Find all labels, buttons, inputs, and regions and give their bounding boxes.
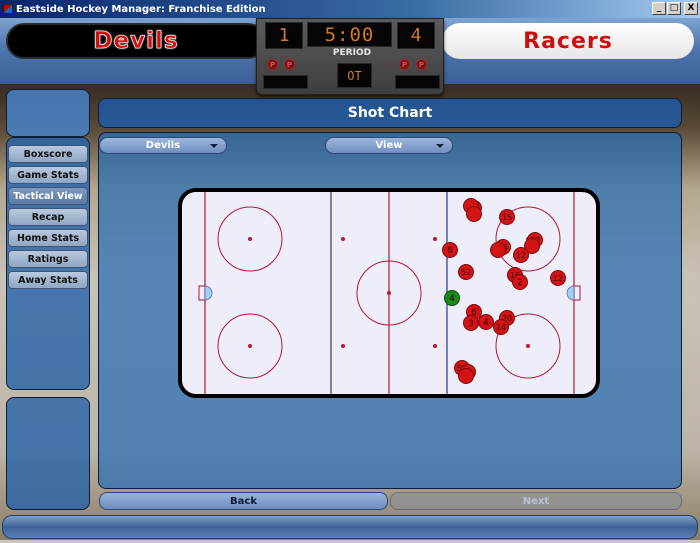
- shot-marker: [466, 206, 482, 222]
- page-title: Shot Chart: [347, 105, 433, 121]
- home-score: 1: [265, 22, 303, 49]
- team-dropdown-value: Devils: [145, 140, 181, 151]
- marker-label: 2: [517, 278, 523, 288]
- marker-circle: [490, 242, 506, 258]
- chevron-down-icon: [210, 144, 218, 148]
- sidebar-item-boxscore[interactable]: Boxscore: [8, 145, 88, 163]
- shot-marker: 3: [463, 315, 479, 331]
- back-button[interactable]: Back: [99, 492, 388, 510]
- marker-label: 4: [449, 294, 455, 304]
- game-clock: 5:00: [307, 22, 392, 47]
- shot-marker: [490, 242, 506, 258]
- view-dropdown-value: View: [375, 140, 403, 151]
- shot-marker: [458, 368, 474, 384]
- marker-label: 3: [468, 319, 474, 329]
- team-dropdown[interactable]: Devils: [99, 137, 227, 154]
- faceoff-dot: [387, 291, 391, 295]
- shot-marker: 12: [550, 270, 566, 286]
- scoreboard: 1 5:00 4 PERIOD OT P P P P: [256, 18, 444, 95]
- away-penalty-indicator-2: P: [416, 59, 427, 70]
- marker-label: 52: [461, 268, 471, 277]
- close-button[interactable]: X: [684, 2, 698, 15]
- shot-marker: 52: [458, 264, 474, 280]
- shot-marker: 15: [499, 209, 515, 225]
- faceoff-dot: [433, 344, 437, 348]
- marker-label: 12: [553, 274, 563, 283]
- shot-marker: 2: [512, 274, 528, 290]
- home-penalty-box: [263, 75, 308, 89]
- shot-chart-rink: 615615121252162124634201452: [178, 188, 600, 398]
- app-icon: [3, 4, 13, 14]
- sidebar-item-game-stats[interactable]: Game Stats: [8, 166, 88, 184]
- faceoff-dot: [433, 237, 437, 241]
- goal-marker: 4: [444, 290, 460, 306]
- sidebar-item-tactical-view[interactable]: Tactical View: [8, 187, 88, 205]
- marker-label: 15: [502, 213, 512, 222]
- shot-marker: 4: [478, 314, 494, 330]
- marker-circle: [458, 368, 474, 384]
- faceoff-dot: [526, 344, 530, 348]
- status-bar: [2, 515, 698, 539]
- sidebar-item-home-stats[interactable]: Home Stats: [8, 229, 88, 247]
- away-penalty-indicator-1: P: [399, 59, 410, 70]
- left-bottom-panel: [6, 397, 90, 510]
- view-dropdown[interactable]: View: [325, 137, 453, 154]
- marker-circle: [466, 206, 482, 222]
- faceoff-dot: [341, 344, 345, 348]
- faceoff-dot: [248, 237, 252, 241]
- period-label: PERIOD: [332, 48, 372, 58]
- next-button: Next: [390, 492, 682, 510]
- maximize-button[interactable]: □: [667, 2, 681, 15]
- title-bar: Eastside Hockey Manager: Franchise Editi…: [0, 0, 700, 18]
- shot-marker: 6: [442, 242, 458, 258]
- chevron-down-icon: [436, 144, 444, 148]
- minimize-button[interactable]: _: [652, 2, 666, 15]
- home-penalty-indicator-2: P: [284, 59, 295, 70]
- sidebar-nav: Boxscore Game Stats Tactical View Recap …: [8, 145, 88, 289]
- away-score: 4: [397, 22, 435, 49]
- sidebar-item-recap[interactable]: Recap: [8, 208, 88, 226]
- sidebar-item-ratings[interactable]: Ratings: [8, 250, 88, 268]
- window-title: Eastside Hockey Manager: Franchise Editi…: [16, 3, 266, 15]
- sidebar-item-away-stats[interactable]: Away Stats: [8, 271, 88, 289]
- shot-marker: 12: [513, 247, 529, 263]
- faceoff-dot: [341, 237, 345, 241]
- shot-marker: 14: [493, 319, 509, 335]
- faceoff-dot: [248, 344, 252, 348]
- away-team-name: Racers: [523, 28, 613, 54]
- marker-label: 6: [447, 246, 453, 256]
- home-penalty-indicator-1: P: [267, 59, 278, 70]
- marker-label: 14: [496, 323, 506, 332]
- away-penalty-box: [395, 75, 440, 89]
- period-value: OT: [337, 63, 372, 88]
- marker-label: 4: [483, 318, 489, 328]
- marker-label: 12: [516, 251, 526, 260]
- away-team-banner: Racers: [442, 23, 694, 59]
- left-top-panel: [6, 89, 90, 137]
- home-team-banner: Devils: [6, 23, 266, 59]
- home-team-name: Devils: [93, 28, 179, 55]
